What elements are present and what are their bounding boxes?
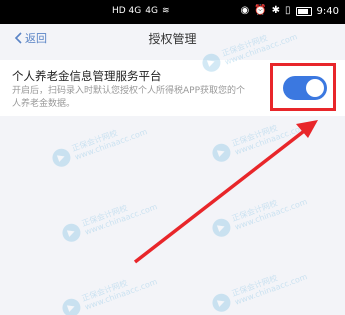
red-arrow-annotation (133, 120, 318, 264)
arrow-shaft (133, 126, 310, 264)
screen: HD 4G 4G ≋ ◉ ⏰ ✱ ▯ 9:40 返回 授权管理 个人养老金信息管… (0, 0, 345, 315)
